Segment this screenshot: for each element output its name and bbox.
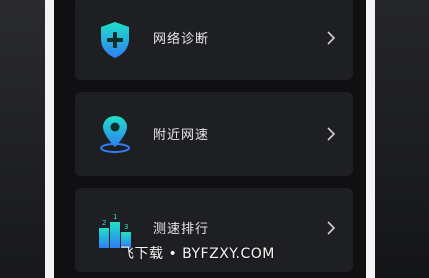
menu-item-network-diagnosis[interactable]: 网络诊断	[75, 0, 353, 80]
rank-1-label: 1	[113, 213, 117, 221]
chevron-right-icon	[327, 127, 336, 141]
watermark-text: 飞下载 • BYFZXY.COM	[120, 246, 275, 262]
location-pin-icon	[100, 116, 130, 153]
rank-3-label: 3	[124, 223, 128, 231]
menu-item-label: 网络诊断	[153, 32, 210, 47]
menu-item-label: 附近网速	[153, 128, 210, 143]
menu-item-label: 测速排行	[153, 222, 210, 237]
rank-2-label: 2	[102, 219, 106, 227]
shield-plus-icon	[101, 22, 129, 58]
left-white-border	[45, 0, 54, 278]
left-background-panel	[0, 0, 45, 278]
phone-screen: 网络诊断 附近网速 2 1 3 测速排行	[54, 0, 366, 278]
menu-item-nearby-speed[interactable]: 附近网速	[75, 92, 353, 176]
right-background-panel	[375, 0, 429, 278]
chevron-right-icon	[327, 31, 336, 45]
right-white-border	[366, 0, 375, 278]
chevron-right-icon	[327, 221, 336, 235]
